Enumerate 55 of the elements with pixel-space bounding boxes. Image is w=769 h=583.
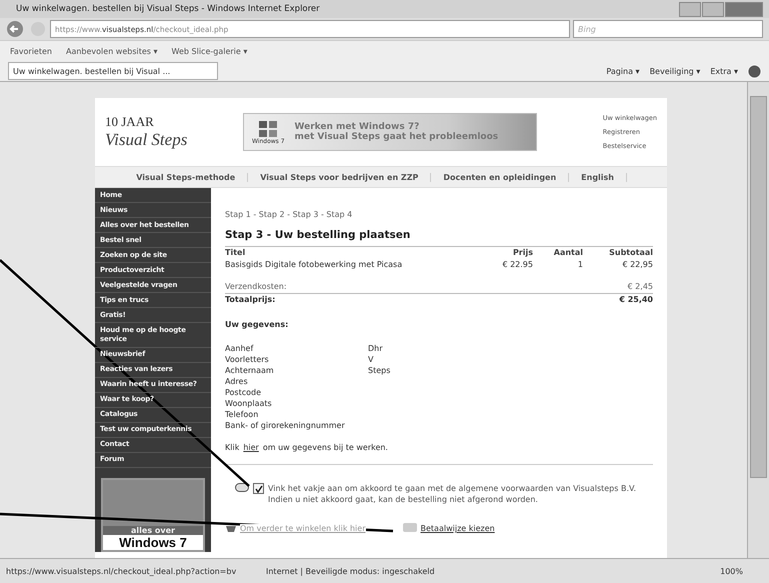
site-logo[interactable]: 10 JAAR Visual Steps [105,114,203,150]
step-breadcrumb: Stap 1 - Stap 2 - Stap 3 - Stap 4 [225,210,354,219]
note-text: Klik [225,443,240,452]
shipping-value: € 2,45 [628,281,653,293]
scrollbar[interactable] [747,82,769,558]
column-header: Prijs [512,247,533,259]
nav-tab[interactable]: Visual Steps voor bedrijven en ZZP [248,172,432,182]
nav-tab[interactable]: Docenten en opleidingen [431,172,570,182]
detail-label: Aanhef [225,343,254,354]
note-text: om uw gegevens bij te werken. [262,443,388,452]
command-menu[interactable]: Beveiliging ▾ [650,66,700,76]
column-header: Aantal [552,247,583,259]
close-button[interactable] [725,2,763,16]
page-heading: Stap 3 - Uw bestelling plaatsen [225,229,653,247]
detail-label: Achternaam [225,365,275,376]
status-url: https://www.visualsteps.nl/checkout_ideal.php?action=bv [6,566,238,576]
table-cell-text: 1 [576,259,583,271]
browser-tab[interactable]: Uw winkelwagen. bestellen bij Visual ... [8,62,218,80]
table-cell-text: Basisgids Digitale fotobewerking met Picasa [225,259,404,271]
detail-label: Voorletters [225,354,270,365]
payment-method-link[interactable]: Betaalwijze kiezen [420,524,495,533]
table-cell-text: € 22,95 [621,259,653,271]
minimize-button[interactable] [679,2,701,16]
total-label: Totaalprijs: [225,294,276,306]
window-title: Uw winkelwagen. bestellen bij Visual Steps - Windows Internet Explorer [16,4,321,14]
nav-tab[interactable]: English [569,172,627,182]
detail-label: Postcode [225,387,262,398]
column-header: Titel [225,247,246,259]
detail-label: Telefoon [225,409,260,420]
table-cell-text: € 22.95 [501,259,533,271]
detail-label: Adres [225,376,249,387]
detail-value: Steps [368,365,390,376]
column-header: Subtotaal [608,247,653,259]
windows-promo[interactable]: alles over Windows 7 [101,478,205,552]
nav-tab[interactable]: Visual Steps-methode [124,172,248,182]
maximize-button[interactable] [702,2,724,16]
favorites-item[interactable]: Favorieten [10,46,52,56]
terms-checkbox[interactable] [253,483,264,494]
back-button[interactable] [6,20,26,38]
command-menu[interactable]: Extra ▾ [710,66,738,76]
edit-link[interactable]: hier [243,443,259,452]
detail-value: Dhr [368,343,383,354]
zoom-level[interactable]: 100% [720,566,743,576]
detail-value: V [368,354,374,365]
detail-label: Woonplaats [225,398,273,409]
command-menu[interactable]: Pagina ▾ [606,66,640,76]
terms-text: Vink het vakje aan om akkoord te gaan met de algemene voorwaarden van Visualsteps B.V. Indien u niet akkoord gaat, kan de bestelling niet afgerond worden. [268,483,637,505]
details-heading: Uw gegevens: [225,320,290,329]
total-value: € 25,40 [619,294,653,306]
shipping-label: Verzendkosten: [225,281,288,293]
security-zone: Internet | Beveiligde modus: ingeschakeld [266,566,435,576]
favorites-item[interactable]: Aanbevolen websites ▾ [66,46,158,56]
detail-label: Bank- of girorekeningnummer [225,420,346,431]
favorites-item[interactable]: Web Slice-galerie ▾ [172,46,248,56]
windows-logo-icon [258,120,278,138]
